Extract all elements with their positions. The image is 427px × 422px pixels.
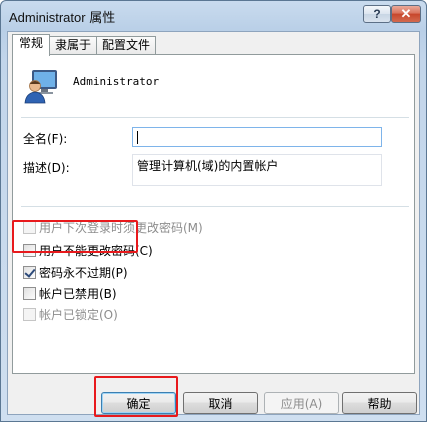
help-button[interactable]: 帮助 — [342, 392, 417, 414]
must-change-password-option[interactable]: 用户下次登录时须更改密码(M) — [23, 218, 203, 236]
divider — [21, 117, 409, 119]
dialog-body: 常规 隶属于 配置文件 Administrator 全名(F): 描述(D): … — [7, 31, 420, 415]
help-icon[interactable]: ? — [363, 5, 391, 23]
close-icon[interactable]: ✕ — [391, 5, 421, 23]
full-name-field[interactable] — [132, 127, 382, 147]
must-change-password-checkbox[interactable] — [23, 220, 36, 234]
cancel-button[interactable]: 取消 — [183, 392, 258, 414]
must-change-password-label: 用户下次登录时须更改密码(M) — [39, 220, 203, 235]
tab-strip: 常规 隶属于 配置文件 — [12, 34, 157, 56]
cannot-change-password-label: 用户不能更改密码(C) — [39, 243, 153, 258]
divider — [21, 206, 409, 208]
password-never-expires-option[interactable]: 密码永不过期(P) — [23, 263, 128, 281]
cannot-change-password-checkbox[interactable] — [23, 243, 36, 257]
account-locked-checkbox[interactable] — [23, 307, 36, 321]
cannot-change-password-option[interactable]: 用户不能更改密码(C) — [23, 241, 153, 259]
text-caret — [137, 131, 138, 144]
tab-member-of[interactable]: 隶属于 — [49, 36, 98, 55]
account-disabled-option[interactable]: 帐户已禁用(B) — [23, 284, 117, 302]
user-name: Administrator — [73, 75, 160, 88]
user-icon — [24, 70, 57, 104]
description-label: 描述(D): — [23, 161, 70, 175]
password-never-expires-label: 密码永不过期(P) — [39, 265, 128, 280]
general-panel: Administrator 全名(F): 描述(D): 管理计算机(域)的内置帐… — [12, 54, 415, 374]
account-locked-label: 帐户已锁定(O) — [39, 307, 118, 322]
ok-button[interactable]: 确定 — [101, 392, 176, 414]
account-locked-option[interactable]: 帐户已锁定(O) — [23, 305, 118, 323]
title-bar[interactable]: Administrator 属性 ? ✕ — [1, 1, 426, 31]
apply-button[interactable]: 应用(A) — [264, 392, 339, 414]
account-disabled-checkbox[interactable] — [23, 286, 36, 300]
password-never-expires-checkbox[interactable] — [23, 265, 36, 279]
properties-dialog: Administrator 属性 ? ✕ 常规 隶属于 配置文件 Adminis… — [0, 0, 427, 422]
full-name-label: 全名(F): — [23, 132, 68, 146]
tab-profile[interactable]: 配置文件 — [96, 36, 157, 55]
tab-general[interactable]: 常规 — [12, 34, 51, 56]
account-disabled-label: 帐户已禁用(B) — [39, 286, 117, 301]
window-title: Administrator 属性 — [9, 10, 116, 25]
description-field[interactable]: 管理计算机(域)的内置帐户 — [132, 154, 382, 186]
